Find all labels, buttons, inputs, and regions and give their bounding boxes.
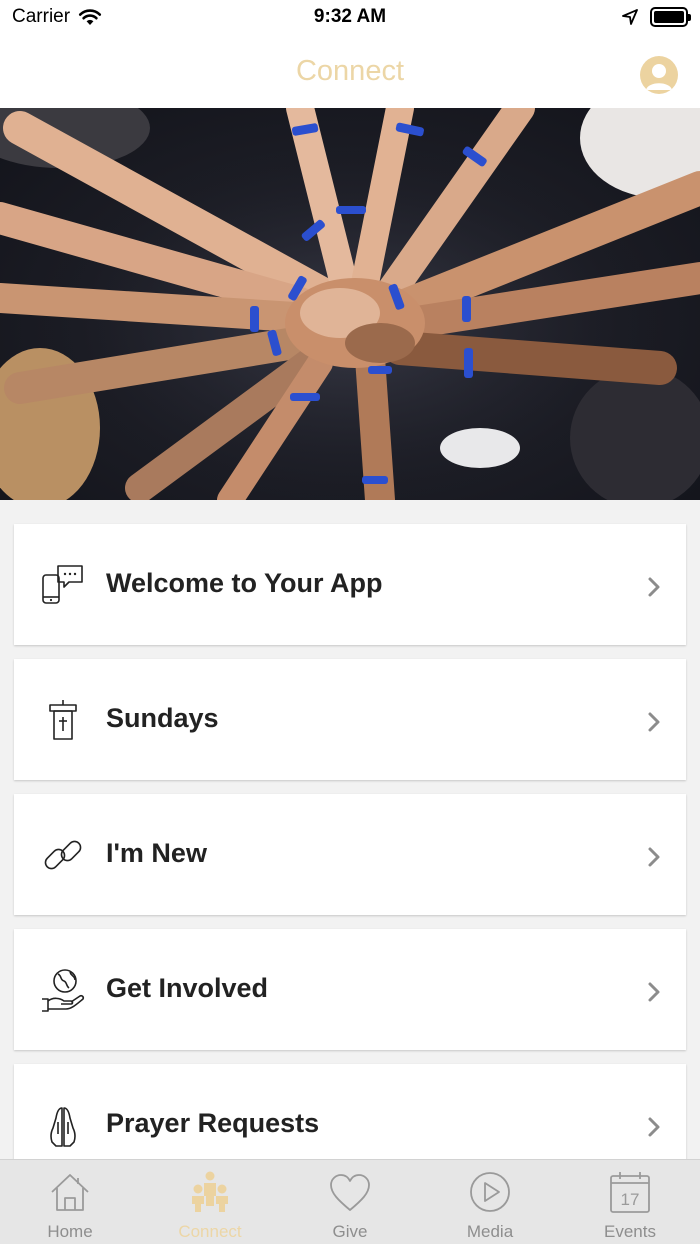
status-right: [622, 7, 691, 27]
list-item-sundays[interactable]: Sundays: [14, 659, 686, 780]
list-item-get-involved[interactable]: Get Involved: [14, 929, 686, 1050]
profile-button[interactable]: [640, 56, 678, 94]
tab-events[interactable]: 17 Events: [560, 1160, 700, 1244]
hands-together-illustration: [0, 108, 700, 500]
people-icon: [192, 1171, 228, 1212]
chevron-right-icon: [648, 982, 660, 1002]
status-time: 9:32 AM: [313, 6, 387, 27]
play-circle-icon: [470, 1172, 510, 1212]
tab-label: Connect: [178, 1222, 242, 1241]
tab-bar: Home Connect Give Media 17 Events: [0, 1159, 700, 1244]
list-item-label: Get Involved: [106, 973, 269, 1003]
user-avatar-icon: [646, 64, 672, 90]
pulpit-icon: [49, 700, 77, 740]
praying-hands-icon: [50, 1107, 76, 1147]
list-item-label: Welcome to Your App: [106, 568, 383, 598]
hero-image: [0, 108, 700, 500]
tab-label: Give: [332, 1222, 368, 1241]
chevron-right-icon: [648, 712, 660, 732]
list-item-prayer-requests[interactable]: Prayer Requests: [14, 1064, 686, 1159]
calendar-icon: 17: [610, 1172, 650, 1213]
list-item-label: Prayer Requests: [106, 1108, 320, 1138]
status-bar: Carrier 9:32 AM: [0, 0, 700, 38]
globe-hand-icon: [42, 969, 85, 1012]
chevron-right-icon: [648, 577, 660, 597]
tab-label: Home: [47, 1222, 93, 1241]
page-title: Connect: [295, 55, 404, 87]
tab-home[interactable]: Home: [0, 1160, 140, 1244]
chevron-right-icon: [648, 847, 660, 867]
location-arrow-icon: [622, 9, 638, 25]
house-icon: [51, 1174, 89, 1211]
nav-bar: Connect: [0, 38, 700, 108]
tab-media[interactable]: Media: [420, 1160, 560, 1244]
list-item-welcome[interactable]: Welcome to Your App: [14, 524, 686, 645]
phone-chat-icon: [42, 565, 83, 604]
battery-icon: [650, 7, 691, 27]
heart-icon: [330, 1174, 370, 1211]
tab-label: Events: [604, 1222, 656, 1241]
link-icon: [44, 840, 82, 870]
connect-list: Welcome to Your App Sundays I'm New Get …: [0, 500, 700, 1159]
calendar-day-number: 17: [621, 1190, 640, 1209]
chevron-right-icon: [648, 1117, 660, 1137]
tab-connect[interactable]: Connect: [140, 1160, 280, 1244]
tab-give[interactable]: Give: [280, 1160, 420, 1244]
list-item-label: Sundays: [106, 703, 219, 733]
list-item-im-new[interactable]: I'm New: [14, 794, 686, 915]
tab-label: Media: [466, 1222, 514, 1241]
list-item-label: I'm New: [106, 838, 207, 868]
